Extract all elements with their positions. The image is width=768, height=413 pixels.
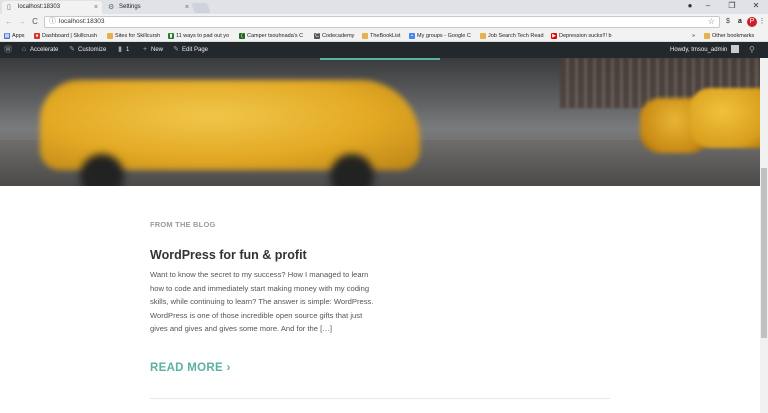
tab-settings[interactable]: ⚙ Settings × <box>103 1 193 14</box>
new-content-link[interactable]: + New <box>141 42 163 58</box>
maximize-button[interactable]: ❐ <box>724 0 740 12</box>
skillcrush-icon: ● <box>34 33 40 39</box>
bookmark-item[interactable]: ▮ 11 ways to pad out yo <box>168 30 236 42</box>
bookmark-item[interactable]: C Codecademy <box>314 30 359 42</box>
browser-tab-bar: ▯ localhost:18303 × ⚙ Settings × ● – ❐ ✕ <box>0 0 768 14</box>
bookmark-label: Dashboard | Skillcrush <box>42 33 97 39</box>
other-bookmarks[interactable]: Other bookmarks <box>704 30 768 42</box>
pencil-icon: ✎ <box>173 46 179 53</box>
edit-page-label: Edit Page <box>182 47 209 53</box>
google-groups-icon: ▪ <box>409 33 415 39</box>
bookmark-item[interactable]: Job Search Tech Read <box>480 30 548 42</box>
plus-icon: + <box>142 46 148 53</box>
section-divider <box>150 398 610 399</box>
wp-admin-bar: Ⓦ ⌂ Accelerate ✎ Customize ▮ 1 + New ✎ Edit P… <box>0 42 768 58</box>
hero-accent-line <box>320 58 440 60</box>
bookmark-apps[interactable]: ▦ Apps <box>4 30 34 42</box>
bookmark-label: Depression sucks!!! b <box>559 33 612 39</box>
tab-title: localhost:18303 <box>18 4 61 10</box>
bookmark-item[interactable]: TheBookList <box>362 30 406 42</box>
new-label: New <box>151 47 164 53</box>
post-excerpt: Want to know the secret to my success? H… <box>150 270 374 333</box>
minimize-button[interactable]: – <box>700 0 716 12</box>
page-icon: ▯ <box>7 4 11 11</box>
bookmark-item[interactable]: ● Dashboard | Skillcrush <box>34 30 106 42</box>
brush-icon: ✎ <box>69 46 75 53</box>
bookmark-item[interactable]: ▶ Depression sucks!!! b <box>551 30 617 42</box>
my-account-link[interactable]: Howdy, tmsou_admin <box>670 42 739 58</box>
customize-link[interactable]: ✎ Customize <box>68 42 106 58</box>
site-name: Accelerate <box>30 47 59 53</box>
bookmark-label: 11 ways to pad out yo <box>176 33 230 39</box>
bookmark-item[interactable]: ▪ My groups - Google C <box>409 30 477 42</box>
profile-icon[interactable]: ● <box>682 0 698 12</box>
reload-button[interactable]: C <box>29 16 41 28</box>
page-scrollbar-thumb[interactable] <box>761 168 767 338</box>
comments-link[interactable]: ▮ 1 <box>116 42 129 58</box>
distant-taxi <box>690 88 760 148</box>
folder-icon <box>480 33 486 39</box>
new-tab-button[interactable] <box>191 3 211 13</box>
apps-grid-icon: ▦ <box>4 33 10 39</box>
section-heading: FROM THE BLOG <box>150 220 216 229</box>
bookmark-star-icon[interactable]: ☆ <box>708 17 715 27</box>
bookmark-label: Other bookmarks <box>712 33 755 39</box>
gear-icon: ⚙ <box>108 4 115 11</box>
bookmark-icon: ▮ <box>168 33 174 39</box>
post-title-link[interactable]: WordPress for fun & profit <box>150 248 307 262</box>
menu-icon[interactable]: ⋮ <box>758 17 766 27</box>
bookmarks-bar: ▦ Apps ● Dashboard | Skillcrush Sites fo… <box>0 30 768 42</box>
tab-title: Settings <box>119 4 141 10</box>
browser-toolbar: ← → C ⓘ localhost:18303 ☆ $ a P ⋮ <box>0 14 768 30</box>
read-more-link[interactable]: READ MORE › <box>150 362 231 374</box>
comments-count: 1 <box>126 47 130 53</box>
bookmark-label: Sites for Skillcursh <box>115 33 161 39</box>
edit-page-link[interactable]: ✎ Edit Page <box>172 42 208 58</box>
bookmark-label: TheBookList <box>370 33 401 39</box>
site-name-link[interactable]: ⌂ Accelerate <box>20 42 58 58</box>
search-icon[interactable]: ⚲ <box>749 42 755 58</box>
bookmark-label: My groups - Google C <box>417 33 471 39</box>
close-tab-icon[interactable]: × <box>185 1 189 14</box>
amazon-extension-icon[interactable]: a <box>735 17 745 27</box>
freecodecamp-icon: ( <box>239 33 245 39</box>
address-bar[interactable]: ⓘ localhost:18303 ☆ <box>44 16 720 28</box>
folder-icon <box>107 33 113 39</box>
back-button[interactable]: ← <box>3 16 15 28</box>
tab-localhost[interactable]: ▯ localhost:18303 × <box>2 1 102 14</box>
folder-icon <box>362 33 368 39</box>
info-icon[interactable]: ⓘ <box>49 17 56 27</box>
youtube-icon: ▶ <box>551 33 557 39</box>
bookmarks-overflow-button[interactable]: » <box>692 30 695 42</box>
forward-button[interactable]: → <box>16 16 28 28</box>
close-tab-icon[interactable]: × <box>94 1 98 14</box>
folder-icon <box>704 33 710 39</box>
bookmark-label: Codecademy <box>322 33 355 39</box>
bookmark-label: Apps <box>12 33 25 39</box>
bookmark-item[interactable]: ( Camper tsouhnada's C <box>239 30 311 42</box>
bookmark-label: Camper tsouhnada's C <box>247 33 304 39</box>
wordpress-logo-icon[interactable]: Ⓦ <box>4 42 12 58</box>
url-text: localhost:18303 <box>59 18 105 25</box>
pinterest-extension-icon[interactable]: P <box>747 17 757 27</box>
bookmark-item[interactable]: Sites for Skillcursh <box>107 30 167 42</box>
codecademy-icon: C <box>314 33 320 39</box>
customize-label: Customize <box>78 47 107 53</box>
home-icon: ⌂ <box>21 46 27 53</box>
avatar <box>730 45 739 54</box>
howdy-text: Howdy, tmsou_admin <box>670 47 728 53</box>
comment-icon: ▮ <box>118 46 122 53</box>
close-window-button[interactable]: ✕ <box>748 0 764 12</box>
bookmark-label: Job Search Tech Read <box>488 33 544 39</box>
hero-image <box>0 58 760 186</box>
dollar-extension-icon[interactable]: $ <box>723 17 733 27</box>
